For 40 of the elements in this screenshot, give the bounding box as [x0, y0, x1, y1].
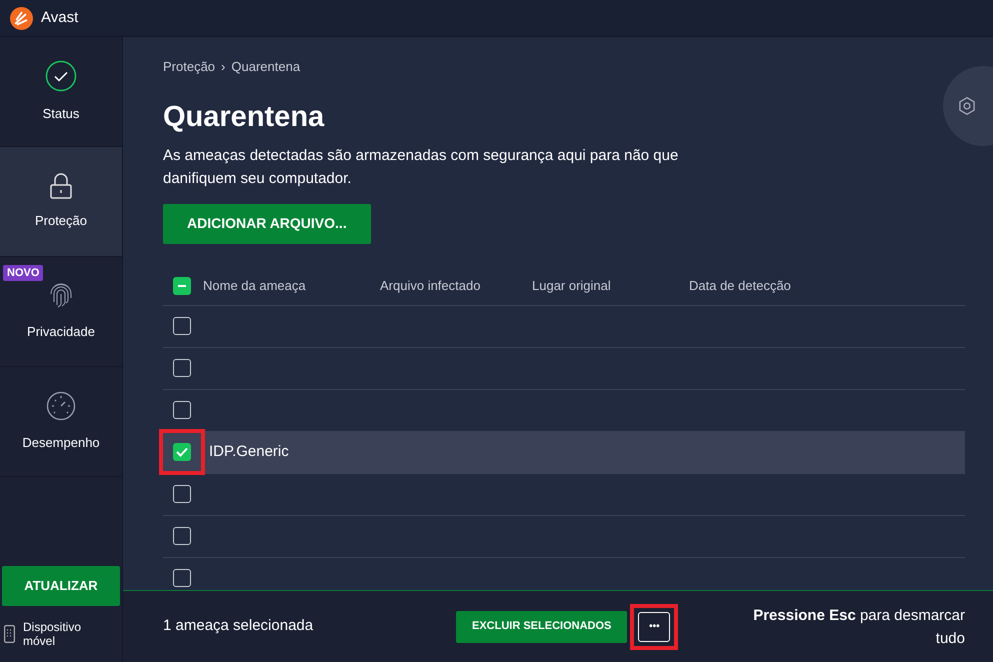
add-file-button[interactable]: ADICIONAR ARQUIVO... [163, 204, 371, 244]
lock-icon [50, 172, 72, 199]
checkmark-circle-icon [45, 60, 77, 92]
delete-selected-button[interactable]: EXCLUIR SELECIONADOS [456, 610, 628, 642]
column-header[interactable]: Data de detecção [689, 276, 839, 296]
sidebar-item[interactable]: NOVO Privacidade [0, 257, 122, 367]
highlight-frame [159, 429, 205, 475]
logo-icon [10, 6, 33, 30]
row-checkbox[interactable] [173, 401, 191, 419]
breadcrumb-link[interactable]: Proteção [163, 57, 216, 76]
speedometer-icon [46, 390, 76, 421]
row-checkbox[interactable] [173, 527, 191, 545]
column-header[interactable]: Lugar original [532, 276, 689, 296]
more-options-button[interactable]: ••• [638, 612, 670, 642]
column-header[interactable]: Nome da ameaça [203, 276, 380, 296]
hint-text: Pressione Esc para desmarcar tudo [752, 606, 965, 648]
new-badge: NOVO [3, 265, 44, 281]
row-checkbox[interactable] [173, 569, 191, 587]
app-title: Avast [41, 8, 78, 28]
minus-icon [178, 285, 186, 287]
update-button[interactable]: ATUALIZAR [2, 566, 120, 606]
row-checkbox[interactable] [173, 485, 191, 503]
page-title: Quarentena [163, 100, 326, 134]
settings-icon [957, 96, 977, 116]
mobile-device-link[interactable]: Dispositivo móvel [23, 620, 93, 648]
mobile-phone-icon [4, 625, 15, 643]
column-header[interactable]: Arquivo infectado [380, 276, 532, 296]
row-checkbox[interactable] [173, 317, 191, 335]
row-checkbox[interactable] [173, 443, 191, 461]
breadcrumb-current: Quarentena [231, 58, 300, 76]
check-icon [176, 447, 188, 457]
threat-name: IDP.Generic [209, 442, 289, 462]
sidebar-item[interactable]: Proteção [0, 147, 122, 257]
fingerprint-icon [49, 282, 73, 310]
breadcrumb-separator: › [221, 58, 226, 76]
select-all-checkbox[interactable] [173, 277, 191, 295]
sidebar-item[interactable]: Desempenho [0, 367, 122, 477]
page-description: As ameaças detectadas são armazenadas com segurança aqui para não que danifiquem seu computador. [163, 146, 680, 188]
row-checkbox[interactable] [173, 359, 191, 377]
selection-count: 1 ameaça selecionada [163, 616, 314, 636]
